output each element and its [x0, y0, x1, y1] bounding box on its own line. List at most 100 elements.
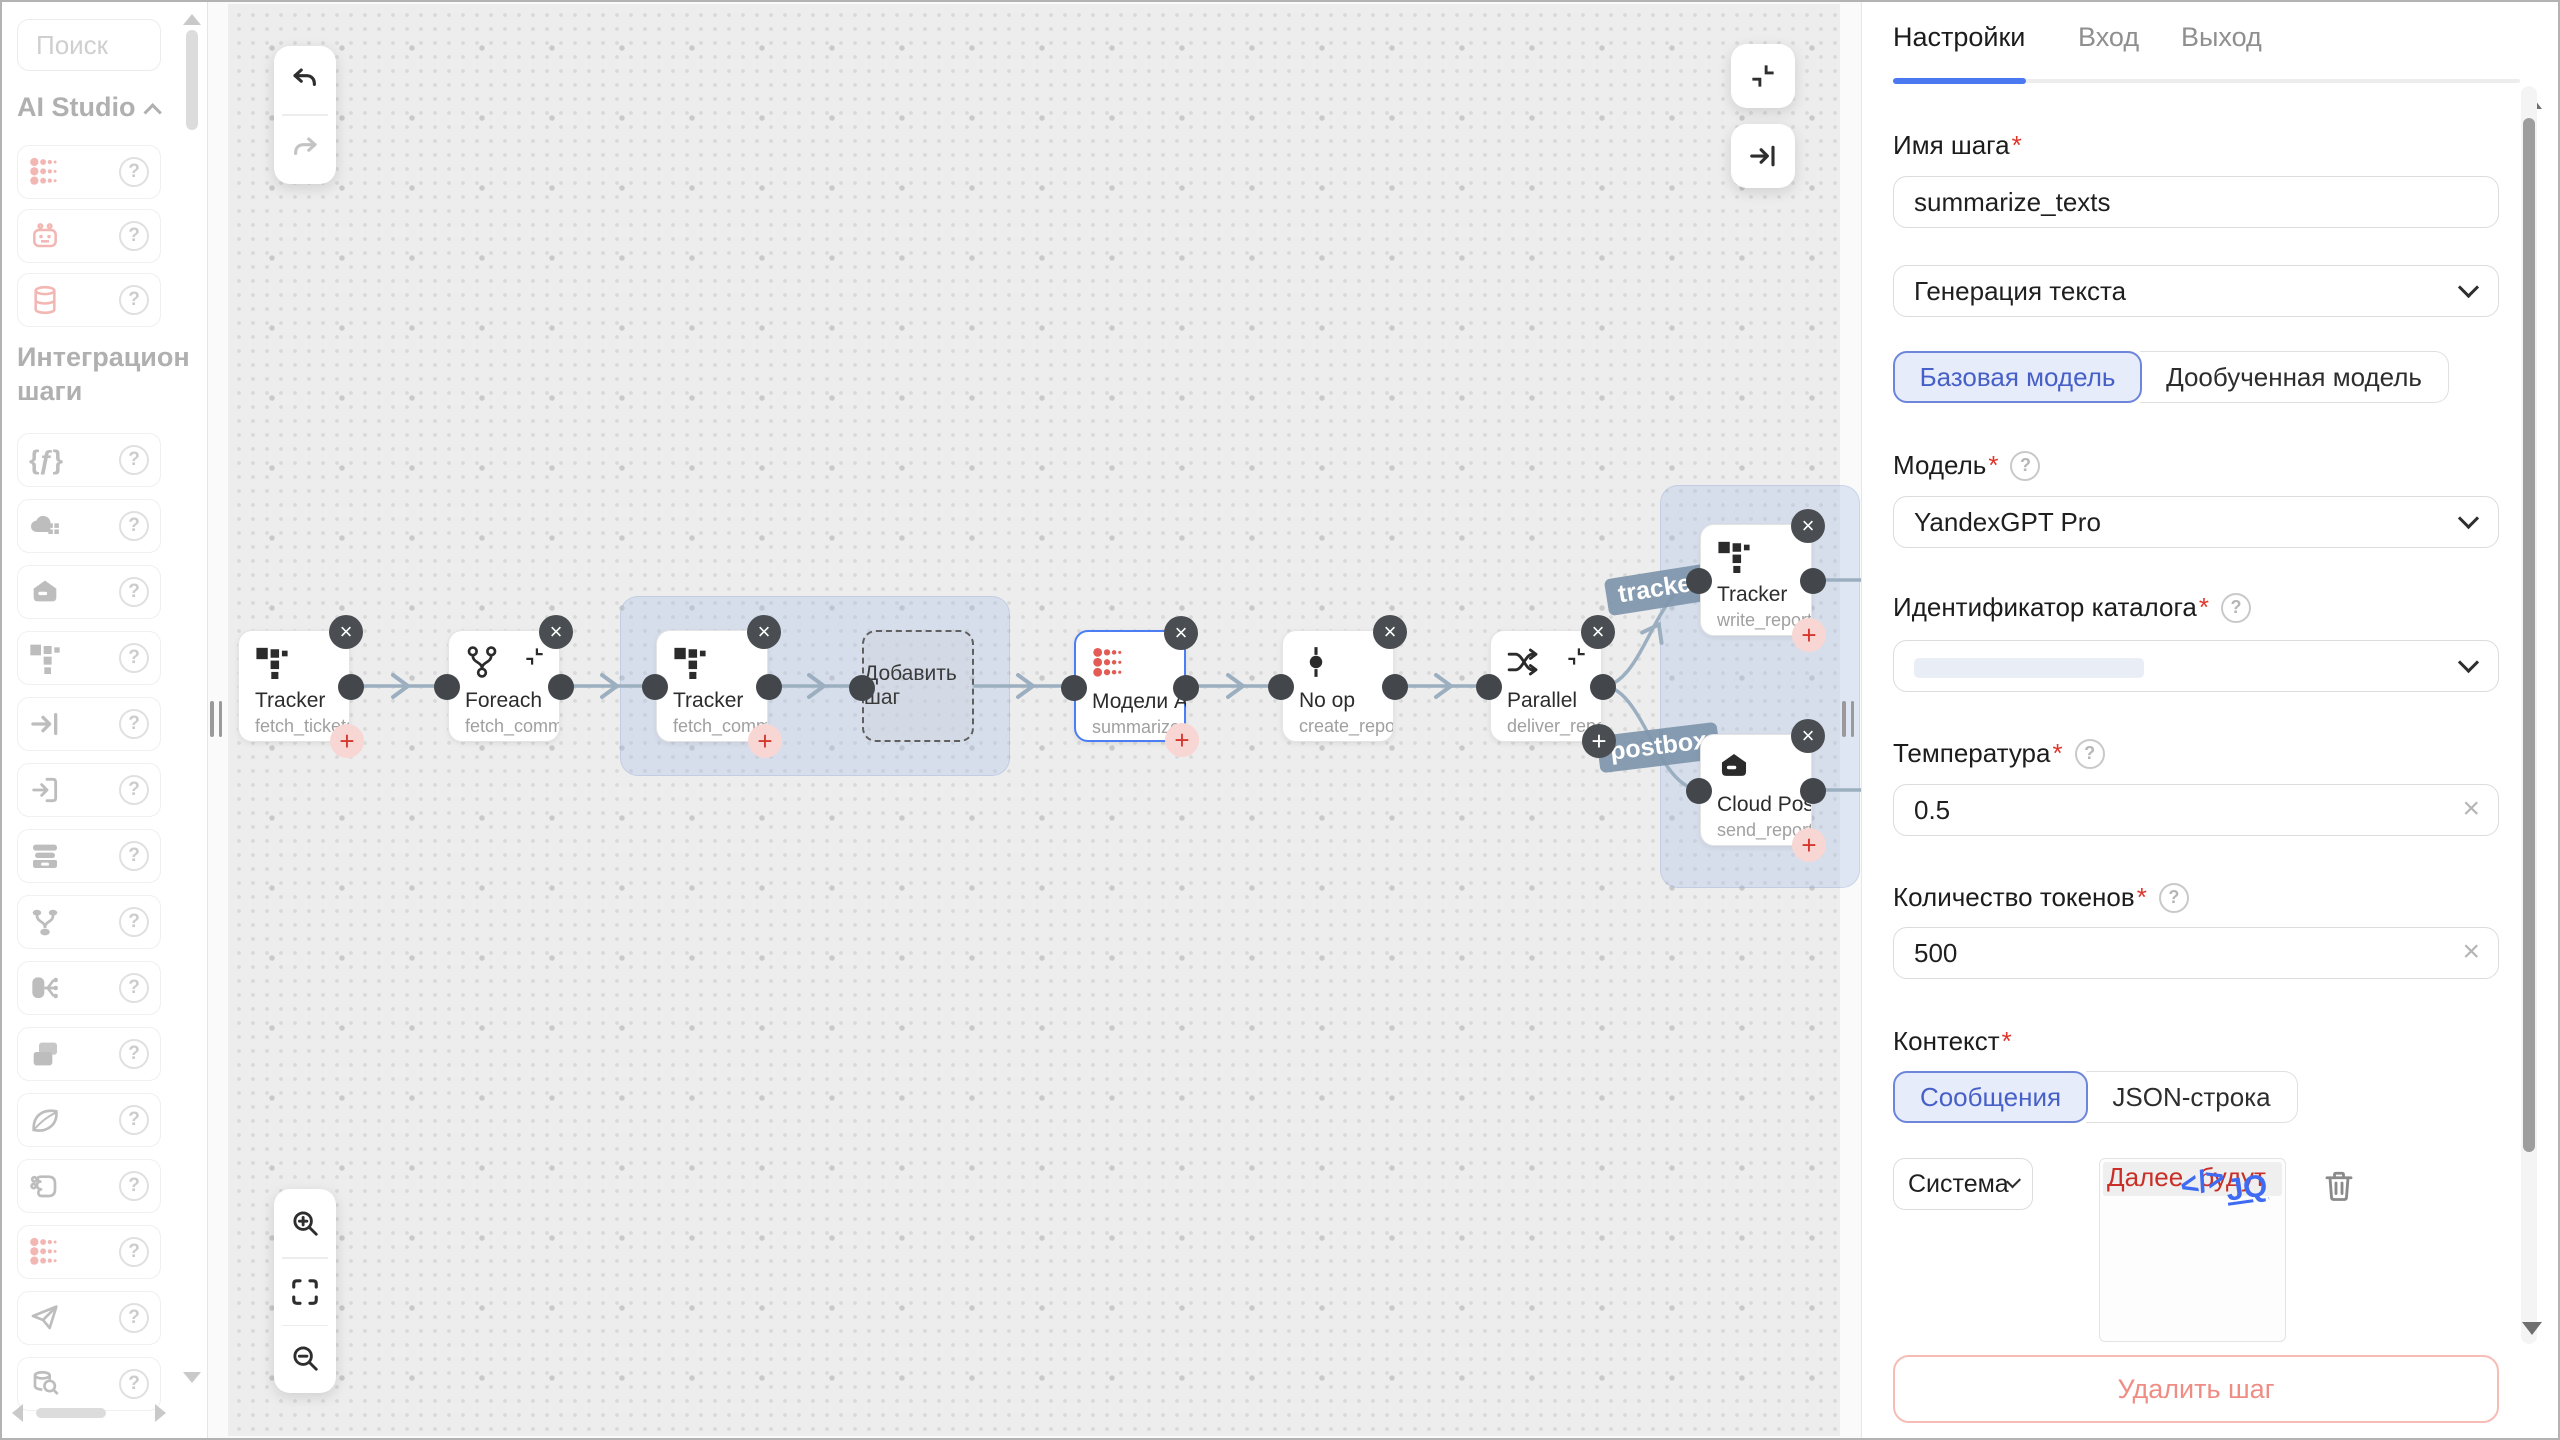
sidebar-item-octopus[interactable]: ? — [17, 1159, 161, 1213]
output-port[interactable] — [1173, 675, 1199, 701]
question-icon[interactable]: ? — [119, 1171, 149, 1201]
node-cloud-postbox-send-report[interactable]: Cloud Postbox send_report_via_... × + — [1700, 734, 1812, 846]
add-next-step-button[interactable]: + — [1792, 828, 1826, 862]
sidebar-hscrollbar-thumb[interactable] — [36, 1408, 106, 1418]
fit-view-button[interactable] — [274, 1259, 336, 1325]
remove-node-button[interactable]: × — [1373, 615, 1407, 649]
question-icon[interactable]: ? — [119, 577, 149, 607]
clear-icon[interactable]: × — [2462, 935, 2480, 969]
search-input[interactable]: Поиск — [17, 19, 161, 71]
question-icon[interactable]: ? — [119, 643, 149, 673]
sidebar-item-telegram[interactable]: ? — [17, 1291, 161, 1345]
jq-overlay-button[interactable]: JQ — [2224, 1167, 2270, 1208]
sidebar-item-exit[interactable]: ? — [17, 763, 161, 817]
step-name-input[interactable]: summarize_texts — [1893, 176, 2499, 228]
output-port[interactable] — [1382, 674, 1408, 700]
panel-scroll-down-arrow[interactable] — [2522, 1322, 2542, 1335]
node-add-step-placeholder[interactable]: Добавить шаг — [862, 630, 974, 742]
sidebar-item-tracker[interactable]: ? — [17, 631, 161, 685]
input-port[interactable] — [434, 674, 460, 700]
question-icon[interactable]: ? — [119, 775, 149, 805]
add-parallel-branch-button[interactable]: + — [1582, 724, 1616, 758]
help-icon[interactable]: ? — [2010, 451, 2040, 481]
remove-node-button[interactable]: × — [747, 615, 781, 649]
question-icon[interactable]: ? — [119, 157, 149, 187]
sidebar-item-function[interactable]: {ƒ} ? — [17, 433, 161, 487]
collapse-group-icon[interactable] — [523, 645, 546, 668]
question-icon[interactable]: ? — [119, 285, 149, 315]
sidebar-item-postbox[interactable]: ? — [17, 565, 161, 619]
sidebar-item-ai-assistant[interactable]: ? — [17, 209, 161, 263]
sidebar-item-archive[interactable]: ? — [17, 829, 161, 883]
model-kind-base-option[interactable]: Базовая модель — [1893, 351, 2142, 403]
sidebar-section-ai-studio[interactable]: AI Studio — [17, 92, 162, 123]
input-port[interactable] — [642, 674, 668, 700]
remove-node-button[interactable]: × — [329, 615, 363, 649]
output-port[interactable] — [338, 674, 364, 700]
folder-id-select[interactable] — [1893, 640, 2499, 692]
sidebar-item-merge[interactable]: ? — [17, 895, 161, 949]
help-icon[interactable]: ? — [2075, 739, 2105, 769]
tab-settings[interactable]: Настройки — [1893, 22, 2025, 53]
question-icon[interactable]: ? — [119, 511, 149, 541]
step-type-select[interactable]: Генерация текста — [1893, 265, 2499, 317]
undo-button[interactable] — [274, 46, 336, 114]
output-port[interactable] — [1590, 674, 1616, 700]
add-next-step-button[interactable]: + — [1165, 723, 1199, 757]
node-parallel-deliver-report[interactable]: Parallel deliver_report × + — [1490, 630, 1602, 742]
output-port[interactable] — [548, 674, 574, 700]
sidebar-item-cloud[interactable]: ? — [17, 499, 161, 553]
remove-node-button[interactable]: × — [1581, 615, 1615, 649]
sidebar-item-db-search[interactable]: ? — [17, 1357, 161, 1411]
zoom-out-button[interactable] — [274, 1326, 336, 1390]
node-noop-create-report[interactable]: No op create_report × — [1282, 630, 1394, 742]
collapse-group-icon[interactable] — [1565, 645, 1588, 668]
question-icon[interactable]: ? — [119, 907, 149, 937]
input-port[interactable] — [1476, 674, 1502, 700]
scroll-left-arrow[interactable] — [12, 1404, 23, 1422]
help-icon[interactable]: ? — [2159, 883, 2189, 913]
input-port[interactable] — [849, 675, 875, 701]
delete-message-trash-icon[interactable] — [2321, 1168, 2357, 1204]
input-port[interactable] — [1061, 675, 1087, 701]
question-icon[interactable]: ? — [119, 445, 149, 475]
remove-node-button[interactable]: × — [1791, 509, 1825, 543]
tab-input[interactable]: Вход — [2078, 22, 2139, 53]
tokens-input[interactable]: 500 × — [1893, 927, 2499, 979]
temperature-input[interactable]: 0.5 × — [1893, 784, 2499, 836]
question-icon[interactable]: ? — [119, 1105, 149, 1135]
output-port[interactable] — [756, 674, 782, 700]
node-tracker-fetch-comments[interactable]: Tracker fetch_comments × + — [656, 630, 768, 742]
sidebar-resize-handle[interactable] — [210, 701, 222, 737]
question-icon[interactable]: ? — [119, 1303, 149, 1333]
model-select[interactable]: YandexGPT Pro — [1893, 496, 2499, 548]
add-next-step-button[interactable]: + — [330, 724, 364, 758]
panel-scrollbar-thumb[interactable] — [2523, 118, 2535, 1152]
add-next-step-button[interactable]: + — [1792, 618, 1826, 652]
zoom-in-button[interactable] — [274, 1189, 336, 1257]
clear-icon[interactable]: × — [2462, 792, 2480, 826]
delete-step-button[interactable]: Удалить шаг — [1893, 1355, 2499, 1423]
node-ai-models-summarize[interactable]: Модели AI Studio summarize_texts × + — [1074, 630, 1186, 742]
node-tracker-fetch-tickets[interactable]: Tracker fetch_tickets × + — [238, 630, 350, 742]
message-text-editor[interactable]: Далее будут </> JQ — [2099, 1158, 2286, 1342]
collapse-all-button[interactable] — [1731, 44, 1795, 108]
question-icon[interactable]: ? — [119, 1369, 149, 1399]
node-tracker-write-report[interactable]: Tracker write_report_to_... × + — [1700, 524, 1812, 636]
sidebar-item-db-branch[interactable]: ? — [17, 961, 161, 1015]
add-next-step-button[interactable]: + — [748, 724, 782, 758]
remove-node-button[interactable]: × — [1164, 616, 1198, 650]
output-port[interactable] — [1800, 568, 1826, 594]
sidebar-item-ai-database[interactable]: ? — [17, 273, 161, 327]
context-messages-option[interactable]: Сообщения — [1893, 1071, 2088, 1123]
model-kind-tuned-option[interactable]: Дообученная модель — [2140, 351, 2449, 403]
question-icon[interactable]: ? — [119, 1039, 149, 1069]
remove-node-button[interactable]: × — [1791, 719, 1825, 753]
input-port[interactable] — [1686, 568, 1712, 594]
context-json-option[interactable]: JSON-строка — [2086, 1071, 2298, 1123]
remove-node-button[interactable]: × — [539, 615, 573, 649]
redo-button[interactable] — [274, 116, 336, 182]
tab-output[interactable]: Выход — [2181, 22, 2262, 53]
input-port[interactable] — [1268, 674, 1294, 700]
output-port[interactable] — [1800, 778, 1826, 804]
